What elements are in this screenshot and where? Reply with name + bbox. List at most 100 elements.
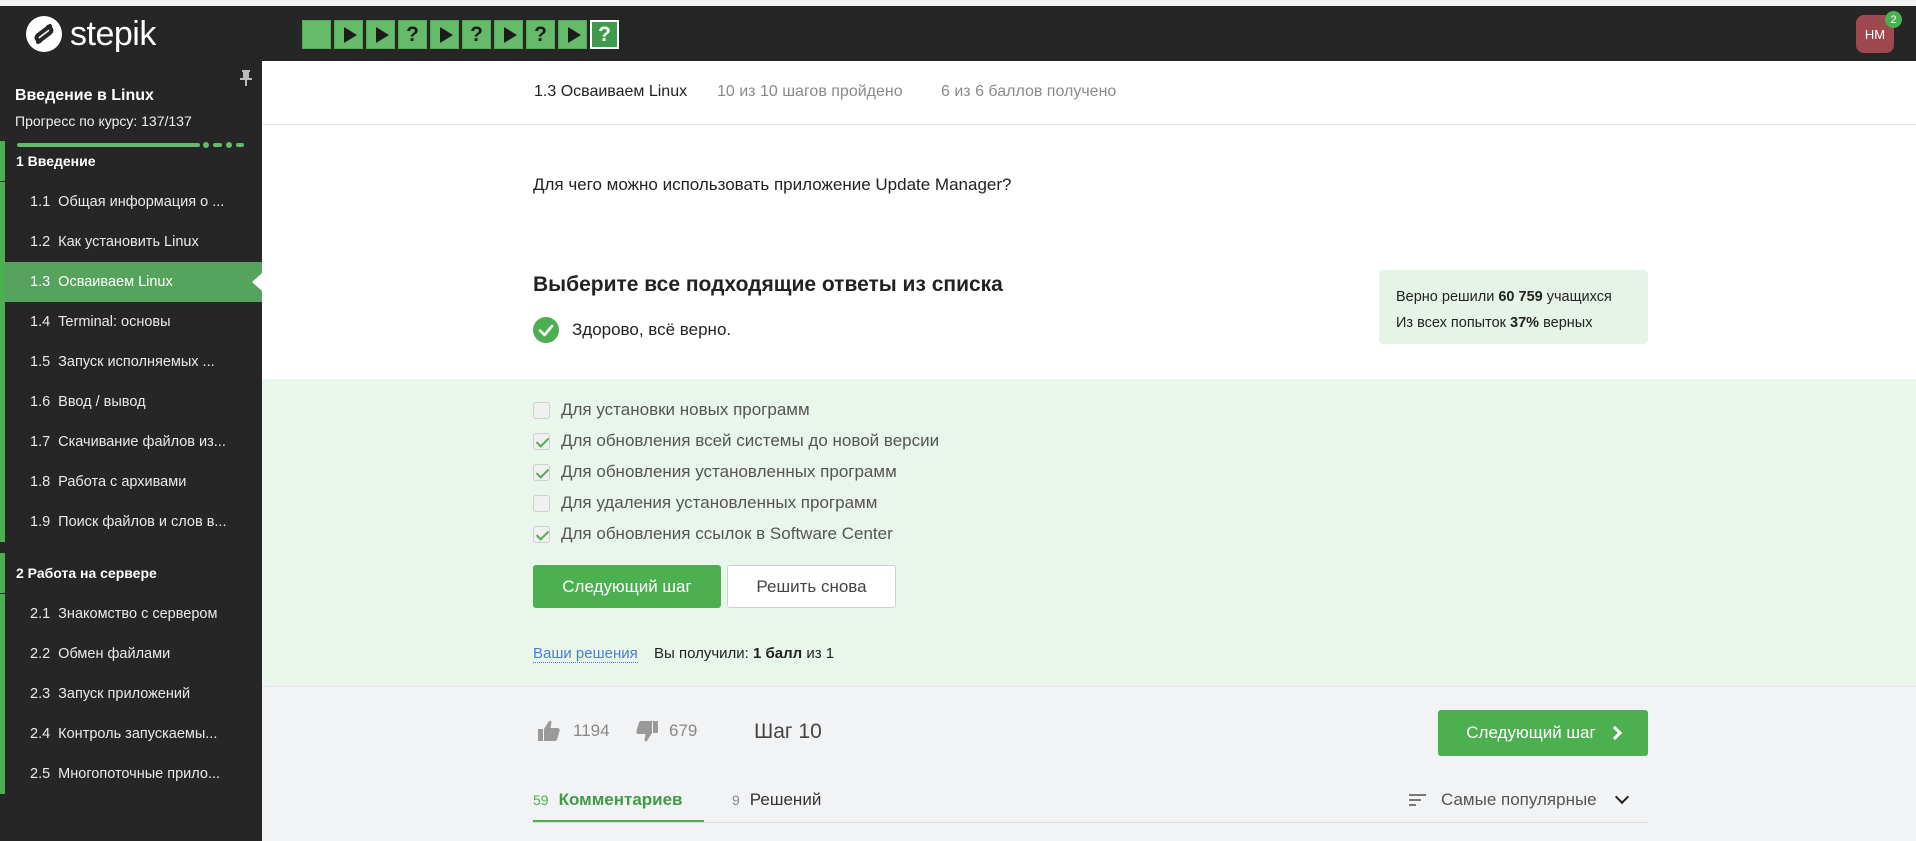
lesson-label: Скачивание файлов из...	[58, 434, 226, 450]
step-navigation: ? ? ? ?	[302, 20, 619, 49]
step-6-question[interactable]: ?	[462, 20, 491, 49]
comments-count: 59	[533, 792, 549, 808]
lesson-1-6[interactable]: 1.6 Ввод / вывод	[0, 382, 262, 422]
question-icon: ?	[470, 22, 483, 46]
lesson-label: Запуск исполняемых ...	[58, 354, 215, 370]
lesson-1-9[interactable]: 1.9 Поиск файлов и слов в...	[0, 502, 262, 542]
answer-option-3[interactable]: Для обновления установленных программ	[533, 462, 897, 482]
lesson-label: Осваиваем Linux	[58, 274, 173, 290]
option-label: Для обновления установленных программ	[561, 462, 897, 481]
solutions-label: Решений	[749, 790, 822, 809]
discussion-area	[262, 686, 1916, 841]
solved-count: 60 759	[1498, 289, 1543, 305]
lesson-1-4[interactable]: 1.4 Terminal: основы	[0, 302, 262, 342]
checkbox[interactable]	[533, 401, 550, 419]
play-icon	[503, 26, 517, 43]
lesson-1-7[interactable]: 1.7 Скачивание файлов из...	[0, 422, 262, 462]
step-3-video[interactable]	[366, 20, 395, 49]
tab-solutions[interactable]: 9 Решений	[732, 790, 821, 810]
lesson-label: Контроль запускаемы...	[58, 726, 218, 742]
feedback-row: Здорово, всё верно.	[533, 317, 731, 343]
checkbox-checked[interactable]	[533, 432, 550, 450]
lesson-label: Обмен файлами	[58, 646, 171, 662]
like-button[interactable]: 1194	[537, 720, 610, 742]
lesson-2-3[interactable]: 2.3 Запуск приложений	[0, 674, 262, 714]
notification-badge[interactable]: 2	[1885, 11, 1902, 28]
like-count: 1194	[573, 721, 610, 740]
step-7-video[interactable]	[494, 20, 523, 49]
sort-label: Самые популярные	[1441, 790, 1597, 809]
solve-again-button[interactable]: Решить снова	[727, 565, 896, 608]
step-10-question-active[interactable]: ?	[590, 20, 619, 49]
thumbs-up-icon	[538, 720, 560, 741]
module-1[interactable]: 1 Введение	[0, 141, 262, 181]
lesson-label: Terminal: основы	[58, 314, 171, 330]
step-5-video[interactable]	[430, 20, 459, 49]
lesson-2-4[interactable]: 2.4 Контроль запускаемы...	[0, 714, 262, 754]
lesson-number: 1.2	[30, 234, 51, 250]
thumbs-down-icon	[636, 721, 658, 742]
lesson-number: 1.1	[30, 194, 51, 210]
step-8-question[interactable]: ?	[526, 20, 555, 49]
score-value: 1 балл	[753, 645, 803, 662]
lesson-1-8[interactable]: 1.8 Работа с архивами	[0, 462, 262, 502]
question-icon: ?	[534, 22, 547, 46]
step-4-question[interactable]: ?	[398, 20, 427, 49]
tab-comments[interactable]: 59 Комментариев	[533, 790, 704, 823]
lesson-label: Знакомство с сервером	[58, 606, 218, 622]
step-9-video[interactable]	[558, 20, 587, 49]
option-label: Для установки новых программ	[561, 400, 810, 419]
lesson-2-1[interactable]: 2.1 Знакомство с сервером	[0, 594, 262, 634]
course-title[interactable]: Введение в Linux	[15, 87, 154, 105]
option-label: Для обновления ссылок в Software Center	[561, 524, 893, 543]
lesson-1-5[interactable]: 1.5 Запуск исполняемых ...	[0, 342, 262, 382]
sort-dropdown[interactable]: Самые популярные	[1409, 789, 1629, 810]
lesson-number: 1.9	[30, 514, 51, 530]
course-sidebar: Введение в Linux Прогресс по курсу: 137/…	[0, 61, 262, 841]
your-solutions-link[interactable]: Ваши решения	[533, 645, 638, 663]
lesson-number: 2.3	[30, 686, 51, 702]
stats-line-rate: Из всех попыток 37% верных	[1396, 310, 1631, 336]
lesson-1-2[interactable]: 1.2 Как установить Linux	[0, 222, 262, 262]
lesson-2-5[interactable]: 2.5 Многопоточные прило...	[0, 754, 262, 794]
score-text: Вы получили: 1 балл из 1	[654, 645, 834, 662]
stats-text: учащихся	[1542, 289, 1612, 305]
stepik-logo[interactable]: stepik	[26, 15, 156, 53]
logo-text: stepik	[70, 14, 156, 53]
lesson-1-3-active[interactable]: 1.3 Осваиваем Linux	[0, 262, 262, 302]
answer-option-2[interactable]: Для обновления всей системы до новой вер…	[533, 431, 939, 451]
answer-option-1[interactable]: Для установки новых программ	[533, 400, 810, 420]
lesson-number: 1.3	[30, 274, 51, 290]
step-1-done[interactable]	[302, 20, 331, 49]
next-step-label: Следующий шаг	[1466, 723, 1596, 742]
top-header: stepik ? ? ? ?	[0, 6, 1916, 61]
score-suffix: из 1	[802, 645, 835, 662]
lesson-number: 2.2	[30, 646, 51, 662]
checkbox-checked[interactable]	[533, 525, 550, 543]
success-rate: 37%	[1510, 315, 1540, 331]
checkbox[interactable]	[533, 494, 550, 512]
lesson-points-progress: 6 из 6 баллов получено	[941, 83, 1117, 100]
next-step-button[interactable]: Следующий шаг	[533, 565, 721, 608]
check-circle-icon	[533, 317, 559, 343]
dislike-count: 679	[669, 721, 698, 740]
lesson-label: Многопоточные прило...	[58, 766, 221, 782]
answer-option-4[interactable]: Для удаления установленных программ	[533, 493, 877, 513]
next-step-button-bottom[interactable]: Следующий шаг	[1438, 710, 1648, 756]
module-2[interactable]: 2 Работа на сервере	[0, 553, 262, 593]
lesson-title[interactable]: 1.3 Осваиваем Linux	[534, 83, 687, 101]
stats-text: Из всех попыток	[1396, 315, 1511, 331]
stats-text: Верно решили	[1396, 289, 1499, 305]
lesson-1-1[interactable]: 1.1 Общая информация о ...	[0, 182, 262, 222]
lesson-label: Ввод / вывод	[58, 394, 146, 410]
option-label: Для обновления всей системы до новой вер…	[561, 431, 940, 450]
lesson-2-2[interactable]: 2.2 Обмен файлами	[0, 634, 262, 674]
dislike-button[interactable]: 679	[635, 720, 697, 742]
answer-option-5[interactable]: Для обновления ссылок в Software Center	[533, 524, 893, 544]
step-2-video[interactable]	[334, 20, 363, 49]
play-icon	[375, 26, 389, 43]
pin-icon[interactable]	[238, 69, 254, 87]
lesson-header-bar: 1.3 Осваиваем Linux 10 из 10 шагов пройд…	[262, 61, 1916, 125]
checkbox-checked[interactable]	[533, 463, 550, 481]
lesson-steps-progress: 10 из 10 шагов пройдено	[717, 83, 903, 100]
